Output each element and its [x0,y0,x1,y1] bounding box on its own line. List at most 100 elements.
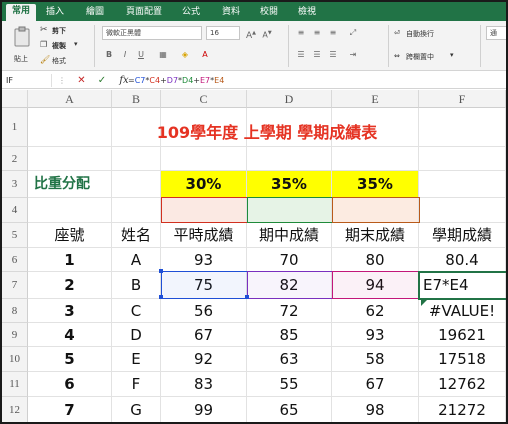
student-usual-cell[interactable]: 92 [161,347,247,372]
cut-button[interactable]: ✂ 剪下 [40,25,82,36]
student-final-cell[interactable]: 58 [332,347,419,372]
formula-input[interactable]: =C7*C4+D7*D4+E7*E4 [128,74,224,87]
header-name[interactable]: 姓名 [112,223,161,248]
column-header-a[interactable]: A [28,90,112,108]
grid-cell[interactable] [28,147,112,171]
column-header-d[interactable]: D [247,90,332,108]
student-seat-cell[interactable]: 4 [28,323,112,347]
weight-label-cell[interactable]: 比重分配 [28,171,161,198]
student-seat-cell[interactable]: 6 [28,372,112,397]
row-header-1[interactable]: 1 [2,108,28,147]
tab-formulas[interactable]: 公式 [178,5,204,21]
student-term-cell[interactable]: 17518 [419,347,506,372]
row-header-3[interactable]: 3 [2,171,28,198]
align-top-icon[interactable]: ≡ [294,27,308,39]
header-term[interactable]: 學期成績 [419,223,506,248]
tab-review[interactable]: 校閱 [256,5,282,21]
student-name-cell[interactable]: A [112,248,161,272]
row-header-8[interactable]: 8 [2,299,28,323]
student-final-cell[interactable]: 80 [332,248,419,272]
student-name-cell[interactable]: G [112,397,161,422]
student-mid-cell[interactable]: 85 [247,323,332,347]
align-middle-icon[interactable]: ≡ [310,27,324,39]
student-name-cell[interactable]: B [112,272,161,299]
student-mid-cell[interactable]: 72 [247,299,332,323]
copy-button[interactable]: ❐ 複製 ▾ [40,40,84,51]
increase-font-size-button[interactable]: A▲ [244,27,258,41]
row-header-5[interactable]: 5 [2,223,28,248]
student-final-cell[interactable]: 62 [332,299,419,323]
align-bottom-icon[interactable]: ≡ [326,27,340,39]
grid-cell[interactable] [161,147,247,171]
enter-icon[interactable]: ✓ [98,75,106,86]
grid-cell[interactable] [419,147,506,171]
number-format-select[interactable]: 通 [486,26,506,40]
bold-button[interactable]: B [102,49,116,61]
weight-usual-cell[interactable]: 30% [161,171,247,198]
cancel-icon[interactable]: ✕ [77,75,85,86]
header-mid[interactable]: 期中成績 [247,223,332,248]
select-all-corner[interactable] [2,90,28,108]
column-header-e[interactable]: E [332,90,419,108]
italic-button[interactable]: I [118,49,132,61]
student-mid-cell[interactable]: 63 [247,347,332,372]
student-seat-cell[interactable]: 7 [28,397,112,422]
font-name-select[interactable]: 微軟正黑體 [102,26,202,40]
align-center-icon[interactable]: ☰ [310,49,324,61]
header-usual[interactable]: 平時成績 [161,223,247,248]
tab-view[interactable]: 檢視 [294,5,320,21]
student-mid-cell[interactable]: 55 [247,372,332,397]
student-seat-cell[interactable]: 2 [28,272,112,299]
student-name-cell[interactable]: C [112,299,161,323]
name-box[interactable]: IF [6,74,52,87]
student-term-cell[interactable]: 19621 [419,323,506,347]
row-header-4[interactable]: 4 [2,198,28,223]
column-header-c[interactable]: C [161,90,247,108]
tab-insert[interactable]: 插入 [42,5,68,21]
grid-cell[interactable] [332,147,419,171]
student-seat-cell[interactable]: 1 [28,248,112,272]
sheet-title[interactable]: 109學年度 上學期 學期成績表 [28,119,506,147]
tab-page-layout[interactable]: 頁面配置 [120,5,168,21]
tab-draw[interactable]: 繪圖 [82,5,108,21]
student-mid-cell[interactable]: 65 [247,397,332,422]
weight-final-cell[interactable]: 35% [332,171,419,198]
font-size-select[interactable]: 16 [206,26,240,40]
weight-mid-cell[interactable]: 35% [247,171,332,198]
student-final-cell[interactable]: 98 [332,397,419,422]
indent-icon[interactable]: ⇥ [346,49,360,61]
orientation-icon[interactable]: ⤢ [346,27,360,39]
tab-home[interactable]: 常用 [6,4,36,21]
grid-cell[interactable] [112,198,161,223]
borders-icon[interactable]: ▦ [156,49,170,61]
align-right-icon[interactable]: ☰ [326,49,340,61]
row-header-7[interactable]: 7 [2,272,28,299]
student-final-cell[interactable]: 67 [332,372,419,397]
student-name-cell[interactable]: D [112,323,161,347]
grid-cell[interactable] [28,198,112,223]
row-header-2[interactable]: 2 [2,147,28,171]
grid-cell[interactable] [247,147,332,171]
student-term-cell[interactable]: #VALUE! [419,299,506,323]
format-painter-button[interactable]: 🖌 格式 [40,55,80,66]
student-term-cell[interactable]: 12762 [419,372,506,397]
student-usual-cell[interactable]: 56 [161,299,247,323]
row-header-10[interactable]: 10 [2,347,28,372]
column-header-b[interactable]: B [112,90,161,108]
row-header-11[interactable]: 11 [2,372,28,397]
student-term-cell[interactable]: 21272 [419,397,506,422]
student-final-cell[interactable]: 93 [332,323,419,347]
student-usual-cell[interactable]: 99 [161,397,247,422]
student-seat-cell[interactable]: 5 [28,347,112,372]
student-usual-cell[interactable]: 93 [161,248,247,272]
row-header-12[interactable]: 12 [2,397,28,422]
grid-cell[interactable] [419,171,506,198]
decrease-font-size-button[interactable]: A▼ [260,27,274,40]
align-left-icon[interactable]: ☰ [294,49,308,61]
paste-button[interactable]: 貼上 [8,24,36,66]
student-seat-cell[interactable]: 3 [28,299,112,323]
column-header-f[interactable]: F [419,90,506,108]
grid-cell[interactable] [112,147,161,171]
student-mid-cell[interactable]: 70 [247,248,332,272]
underline-button[interactable]: U [134,49,148,61]
